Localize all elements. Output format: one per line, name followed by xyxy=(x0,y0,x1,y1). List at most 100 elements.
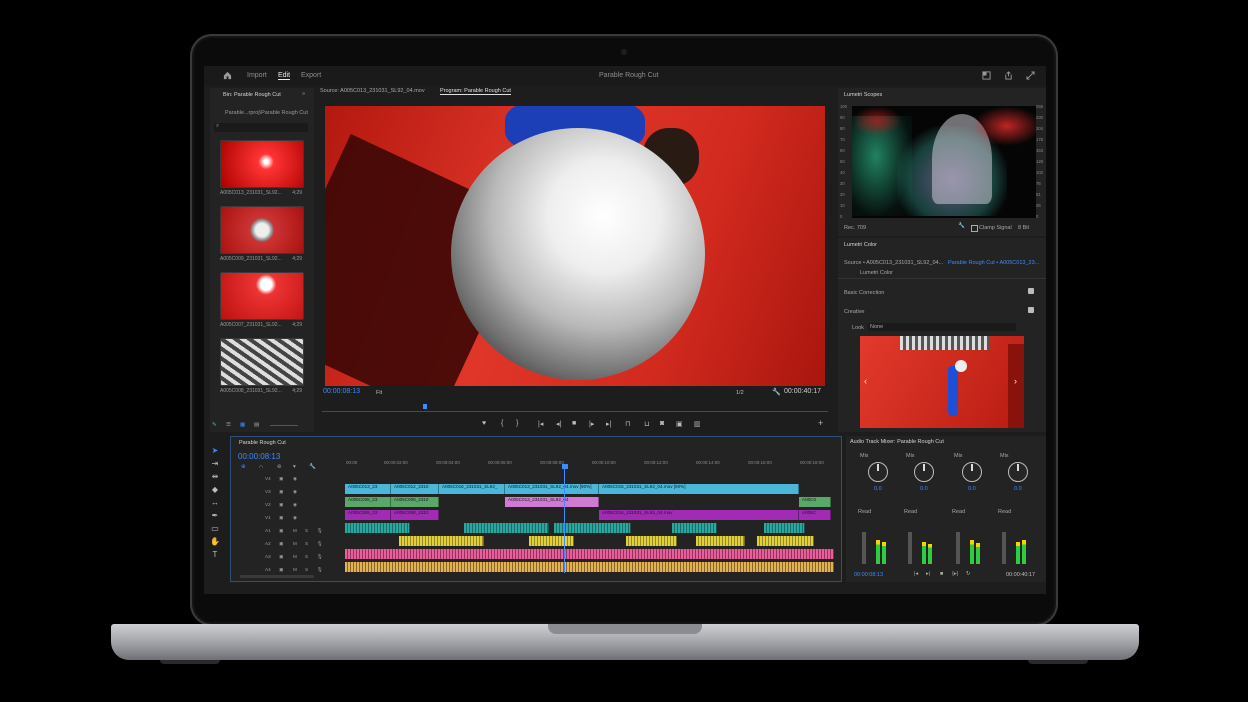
pan-value[interactable]: 0.0 xyxy=(968,486,976,492)
clip-thumbnail-3[interactable] xyxy=(220,272,304,320)
timeline-clip[interactable]: A005C008_2310 xyxy=(391,497,439,507)
audio-clip[interactable] xyxy=(529,536,574,546)
panel-expand-icon[interactable]: » xyxy=(302,91,305,97)
nav-import[interactable]: Import xyxy=(247,72,267,79)
add-button-icon[interactable]: + xyxy=(818,418,823,428)
fit-dropdown[interactable]: Fit xyxy=(376,390,382,396)
timeline-tab[interactable]: Parable Rough Cut xyxy=(239,440,286,446)
scopes-title[interactable]: Lumetri Scopes xyxy=(844,92,882,98)
program-monitor-tab[interactable]: Program: Parable Rough Cut xyxy=(440,88,511,95)
audio-clip[interactable] xyxy=(672,523,717,533)
linked-selection-icon[interactable]: ⊚ xyxy=(277,464,282,470)
lumetri-color-title[interactable]: Lumetri Color xyxy=(844,242,877,248)
home-icon[interactable] xyxy=(223,71,232,80)
nest-icon[interactable]: ⊕ xyxy=(241,464,246,470)
mix-dropdown[interactable]: Mix xyxy=(860,453,869,459)
mix-dropdown[interactable]: Mix xyxy=(1000,453,1009,459)
mixer-go-to-in-icon[interactable]: |◂ xyxy=(914,571,918,577)
hand-tool-icon[interactable]: ✋ xyxy=(210,537,220,547)
bin-search-input[interactable] xyxy=(214,123,308,132)
audio-clip[interactable] xyxy=(554,523,631,533)
chevron-right-icon[interactable]: › xyxy=(1014,376,1017,386)
audio-clip[interactable] xyxy=(764,523,805,533)
bin-tab[interactable]: Bin: Parable Rough Cut xyxy=(223,92,281,98)
rec709-dropdown[interactable]: Rec. 709 xyxy=(844,225,866,231)
mixer-loop-icon[interactable]: {▸} xyxy=(952,571,958,577)
pan-knob[interactable] xyxy=(1008,462,1028,482)
creative-checkbox[interactable] xyxy=(1028,307,1034,313)
volume-fader[interactable] xyxy=(862,532,866,564)
scope-settings-icon[interactable]: 🔧 xyxy=(958,223,965,229)
timeline-clip[interactable]: A005C009_23 xyxy=(345,510,391,520)
timeline-timecode[interactable]: 00:00:08:13 xyxy=(238,452,280,461)
lumetri-target[interactable]: Parable Rough Cut • A005C013_23... xyxy=(948,260,1039,266)
timeline-clip[interactable]: A005C015_231031_SL92_04.mov [90%] xyxy=(599,484,799,494)
timeline-clip[interactable]: A005C013_231031_SL92_04 xyxy=(505,497,599,507)
zoom-slider[interactable] xyxy=(270,425,298,426)
mark-out-icon[interactable]: } xyxy=(516,420,518,427)
automation-read-dropdown[interactable]: Read xyxy=(904,509,917,515)
step-forward-icon[interactable]: |▸ xyxy=(589,420,594,428)
automation-read-dropdown[interactable]: Read xyxy=(998,509,1011,515)
pen-tool-icon[interactable]: ✒ xyxy=(210,511,220,521)
audio-clip-ambience[interactable] xyxy=(345,562,834,572)
timeline-clip[interactable]: A005C013_23 xyxy=(345,484,391,494)
pan-value[interactable]: 0.0 xyxy=(1014,486,1022,492)
ripple-edit-tool-icon[interactable]: ⇹ xyxy=(210,472,220,482)
clamp-signal-checkbox[interactable] xyxy=(971,225,978,232)
timeline-clip[interactable]: A005C016_231031_SL92_04.mov xyxy=(599,510,799,520)
audio-clip[interactable] xyxy=(464,523,549,533)
fullscreen-icon[interactable] xyxy=(1026,71,1035,80)
mixer-record-icon[interactable]: ↻ xyxy=(966,571,971,577)
timeline-clip[interactable]: A005C012_2310 xyxy=(391,484,439,494)
audio-clip[interactable] xyxy=(345,523,410,533)
clip-thumbnail-4[interactable] xyxy=(220,338,304,386)
automation-read-dropdown[interactable]: Read xyxy=(952,509,965,515)
razor-tool-icon[interactable]: ◆ xyxy=(210,485,220,495)
volume-fader[interactable] xyxy=(956,532,960,564)
mix-dropdown[interactable]: Mix xyxy=(906,453,915,459)
icon-view-icon[interactable]: ▦ xyxy=(240,422,245,428)
timeline-clip[interactable]: A00C0 xyxy=(799,497,831,507)
type-tool-icon[interactable]: T xyxy=(210,550,220,560)
pencil-icon[interactable]: ✎ xyxy=(212,422,217,428)
pan-knob[interactable] xyxy=(914,462,934,482)
volume-fader[interactable] xyxy=(908,532,912,564)
nav-edit[interactable]: Edit xyxy=(278,72,291,80)
volume-fader[interactable] xyxy=(1002,532,1006,564)
audio-clip[interactable] xyxy=(696,536,745,546)
playhead-marker[interactable] xyxy=(423,404,427,409)
multi-cam-icon[interactable]: ▥ xyxy=(694,420,701,428)
mix-dropdown[interactable]: Mix xyxy=(954,453,963,459)
timeline-clip[interactable]: A005C016_231031_SL92_ xyxy=(439,484,505,494)
look-dropdown[interactable]: None xyxy=(868,323,1016,331)
creative-section[interactable]: Creative xyxy=(844,309,864,315)
insert-icon[interactable]: ⊓ xyxy=(625,420,630,428)
stop-icon[interactable]: ■ xyxy=(572,420,576,427)
timeline-clip[interactable]: A005C xyxy=(799,510,831,520)
clip-thumbnail-1[interactable] xyxy=(220,140,304,188)
share-icon[interactable] xyxy=(1004,71,1013,80)
mixer-play-icon[interactable]: ▸| xyxy=(926,571,930,577)
rectangle-tool-icon[interactable]: ▭ xyxy=(210,524,220,534)
track-select-tool-icon[interactable]: ⇥ xyxy=(210,459,220,469)
list-view-icon[interactable]: ☰ xyxy=(226,422,231,428)
automation-read-dropdown[interactable]: Read xyxy=(858,509,871,515)
pan-value[interactable]: 0.0 xyxy=(874,486,882,492)
go-to-out-icon[interactable]: ▸| xyxy=(606,420,611,428)
slip-tool-icon[interactable]: ↔ xyxy=(210,498,220,508)
mark-in-icon[interactable]: { xyxy=(501,420,503,427)
add-marker-icon[interactable]: ▾ xyxy=(293,464,296,470)
audio-mixer-title[interactable]: Audio Track Mixer: Parable Rough Cut xyxy=(850,439,944,445)
nav-export[interactable]: Export xyxy=(301,72,321,79)
timeline-settings-icon[interactable]: 🔧 xyxy=(309,464,316,470)
timeline-playhead-handle[interactable] xyxy=(562,464,568,469)
wrench-icon[interactable]: 🔧 xyxy=(772,388,781,396)
program-timecode[interactable]: 00:00:08:13 xyxy=(323,388,360,395)
program-scrubber[interactable] xyxy=(322,411,828,412)
snap-icon[interactable]: ∩ xyxy=(259,464,263,470)
chevron-left-icon[interactable]: ‹ xyxy=(864,376,867,386)
audio-clip-music[interactable] xyxy=(345,549,834,559)
look-preview-thumbnail[interactable]: ‹ › xyxy=(860,336,1024,428)
marker-icon[interactable]: ♥ xyxy=(482,420,486,427)
